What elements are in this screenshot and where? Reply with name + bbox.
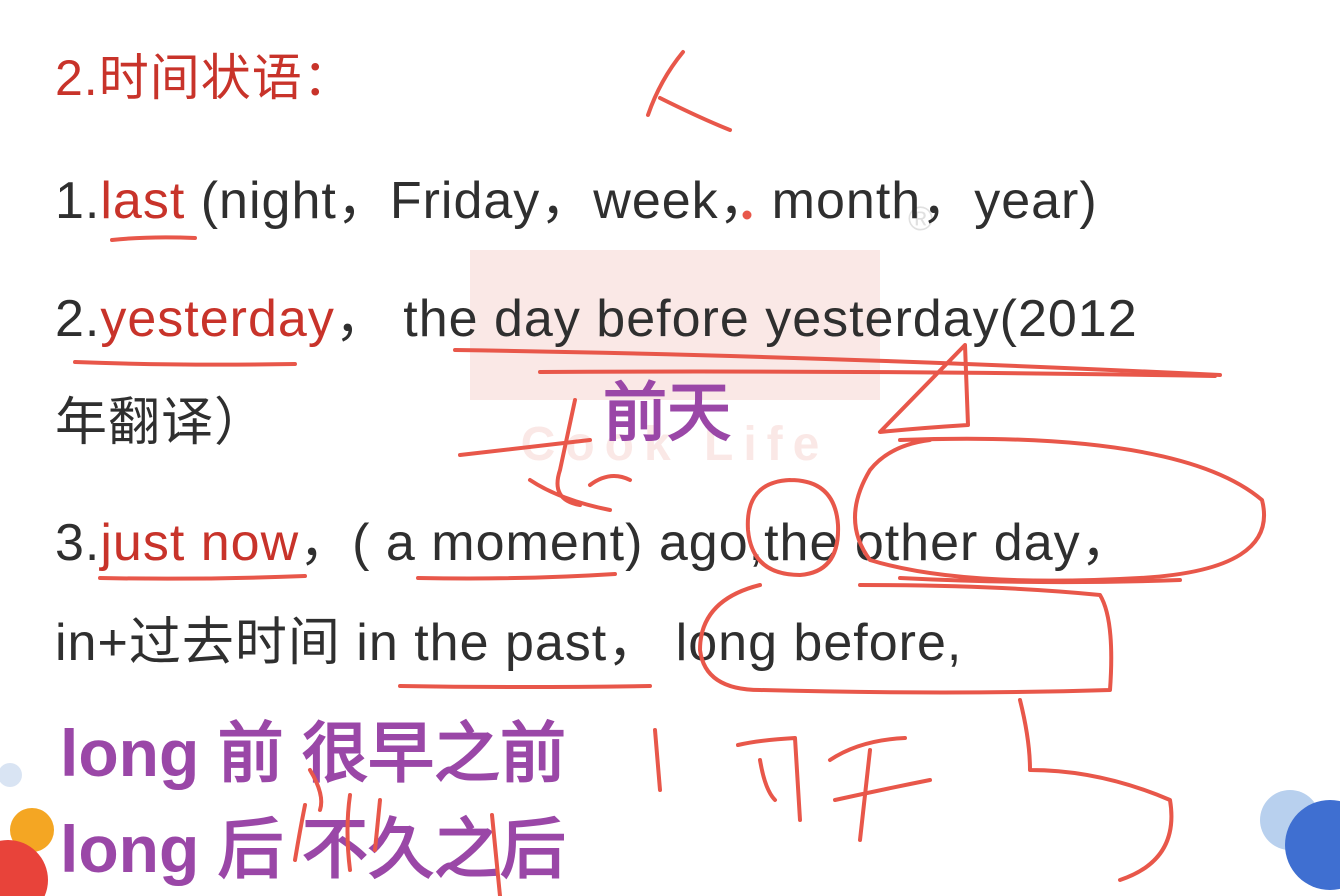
decorative-circles: [0, 763, 1340, 896]
